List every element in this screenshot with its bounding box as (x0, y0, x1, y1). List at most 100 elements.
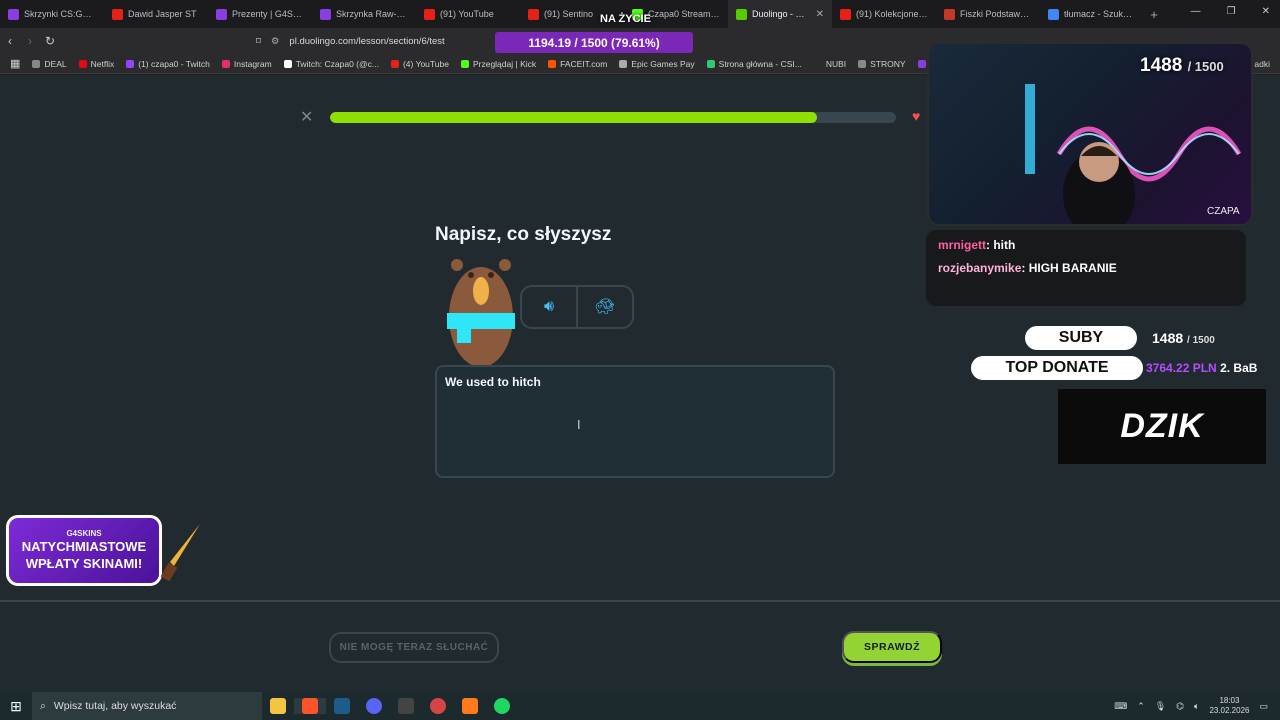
bookmark-label: DEAL (44, 58, 67, 69)
site-settings-icon[interactable]: ⚙ (271, 36, 280, 47)
bookmark-favicon-icon (283, 59, 292, 68)
bookmark-item[interactable]: Netflix (78, 58, 115, 69)
tab-title: (91) YouTube (440, 9, 494, 19)
browser-tab[interactable]: tłumacz - Szukaj w (1040, 0, 1144, 28)
chat-username: mrnigett (938, 238, 986, 252)
browser-tab[interactable]: Skrzynki CS:GO/CS2 (0, 0, 104, 28)
check-button[interactable]: SPRAWDŹ (842, 631, 942, 663)
notifications-icon[interactable]: ▭ (1259, 701, 1268, 712)
network-icon[interactable]: ⌬ (1176, 701, 1184, 712)
tab-favicon-icon (840, 8, 851, 20)
bookmark-item[interactable]: Przeglądaj | Kick (460, 58, 537, 69)
browser-tab[interactable]: Prezenty | G4Skins (208, 0, 312, 28)
bookmark-item[interactable]: DEAL (32, 58, 67, 69)
taskbar-search[interactable]: ⌕ Wpisz tutaj, aby wyszukać (32, 692, 262, 720)
bookmarks-overflow[interactable]: adki (1254, 59, 1270, 69)
bookmark-item[interactable]: Epic Games Pay (619, 58, 695, 69)
browser-tab[interactable]: Dawid Jasper ST (104, 0, 208, 28)
bookmark-item[interactable]: Twitch: Czapa0 (@c... (283, 58, 379, 69)
chat-separator: : (1021, 261, 1029, 275)
maximize-icon[interactable]: ❐ (1227, 6, 1236, 17)
tab-title: (91) Kolekcjoner śm (856, 9, 928, 19)
cam-count-goal: / 1500 (1187, 59, 1224, 74)
browser-tab[interactable]: Duolingo - Ucz ✕ (728, 0, 832, 28)
bookmark-label: Netflix (90, 58, 115, 69)
spotify-icon[interactable] (486, 698, 518, 714)
cant-listen-button[interactable]: NIE MOGĘ TERAZ SŁUCHAĆ (329, 632, 499, 663)
text-cursor-icon: I (577, 417, 581, 432)
bookmark-item[interactable]: (1) czapa0 - Twitch (126, 59, 210, 69)
chat-text: hith (993, 238, 1016, 252)
chat-message: rozjebanymike: HIGH BARANIE (938, 261, 1234, 275)
clock-date: 23.02.2026 (1209, 706, 1250, 715)
faceit-icon[interactable] (454, 698, 486, 714)
close-lesson-icon[interactable]: ✕ (300, 107, 313, 127)
obs-icon[interactable] (422, 698, 454, 714)
top-donate-amount: 3764.22 PLN (1146, 361, 1217, 375)
back-icon[interactable]: ‹ (0, 34, 20, 48)
tab-favicon-icon (424, 8, 435, 20)
play-audio-button[interactable]: 🔊︎ (522, 287, 576, 327)
windows-start-icon[interactable]: ⊞ (0, 698, 32, 715)
taskbar-search-placeholder[interactable]: Wpisz tutaj, aby wyszukać (54, 700, 177, 712)
new-tab-button[interactable]: + (1144, 7, 1164, 22)
browser-tab[interactable]: Skrzynka Raw-Grow (312, 0, 416, 28)
tab-favicon-icon (8, 8, 19, 20)
close-window-icon[interactable]: ✕ (1262, 6, 1270, 17)
bookmark-item[interactable]: (4) YouTube (390, 59, 449, 69)
forward-icon[interactable]: › (20, 34, 40, 48)
speaker-icon: 🔊︎ (543, 298, 555, 315)
minimize-icon[interactable]: — (1191, 6, 1201, 17)
url-text[interactable]: pl.duolingo.com/lesson/section/6/test (289, 36, 444, 47)
knife-icon (160, 524, 200, 582)
keyboard-icon[interactable]: ⌨ (1114, 701, 1127, 712)
chat-username: rozjebanymike (938, 261, 1022, 275)
play-slow-audio-button[interactable]: 🐢︎ (576, 287, 632, 327)
footer-divider (0, 600, 1280, 602)
tab-title: Skrzynka Raw-Grow (336, 9, 408, 19)
bookmark-label: Przeglądaj | Kick (472, 58, 537, 69)
bookmark-item[interactable]: STRONY (858, 58, 906, 69)
bookmark-label: Epic Games Pay (631, 58, 695, 69)
bookmark-item[interactable]: Strona główna - CSI... (706, 58, 802, 69)
bookmark-item[interactable]: NUBI (813, 59, 846, 69)
promo-line-2: WPŁATY SKINAMI! (25, 555, 143, 571)
bookmark-icon[interactable]: ⌑ (256, 36, 261, 47)
browser-tab[interactable]: Fiszki Podstawy Kol (936, 0, 1040, 28)
goal-title-overlay: NA ŻYCIE (600, 13, 651, 25)
bookmark-favicon-icon (460, 59, 469, 68)
bookmark-label: Twitch: Czapa0 (@c... (295, 58, 379, 69)
bookmark-favicon-icon (858, 59, 867, 68)
brave-browser-icon[interactable] (294, 698, 326, 714)
promo-line-1: NATYCHMIASTOWE (21, 539, 147, 555)
discord-icon[interactable] (358, 698, 390, 714)
steam-icon[interactable] (326, 698, 358, 714)
bookmark-favicon-icon (548, 59, 557, 68)
epic-games-icon[interactable] (390, 698, 422, 714)
bookmark-item[interactable]: Instagram (221, 59, 272, 69)
bookmark-item[interactable]: FACEIT.com (548, 59, 607, 69)
close-tab-icon[interactable]: ✕ (816, 9, 824, 20)
reload-icon[interactable]: ↻ (40, 34, 60, 48)
bear-character (447, 259, 515, 365)
file-explorer-icon[interactable] (262, 698, 294, 714)
volume-icon[interactable]: 🔈︎ (1194, 701, 1199, 712)
bookmark-label: STRONY (870, 58, 906, 69)
tab-title: Duolingo - Ucz (752, 9, 811, 19)
chevron-up-icon[interactable]: ⌃ (1137, 701, 1145, 712)
bookmark-label: Strona główna - CSI... (718, 58, 802, 69)
apps-icon[interactable]: ▦ (10, 57, 20, 70)
lesson-progress-bar (330, 112, 896, 123)
answer-textarea[interactable]: We used to hitch (435, 365, 835, 478)
dzik-logo: DZIK (1058, 389, 1266, 464)
browser-tab[interactable]: (91) YouTube (416, 0, 520, 28)
tab-title: Dawid Jasper ST (128, 9, 197, 19)
microphone-icon[interactable]: 🎙︎ (1155, 701, 1166, 712)
bookmark-favicon-icon (390, 59, 399, 68)
bookmark-favicon-icon (619, 59, 628, 68)
taskbar-clock[interactable]: 18:03 23.02.2026 (1209, 696, 1249, 715)
answer-text[interactable]: We used to hitch (445, 375, 541, 389)
chat-text: HIGH BARANIE (1028, 261, 1117, 275)
tab-title: tłumacz - Szukaj w (1064, 9, 1136, 19)
browser-tab[interactable]: (91) Kolekcjoner śm (832, 0, 936, 28)
